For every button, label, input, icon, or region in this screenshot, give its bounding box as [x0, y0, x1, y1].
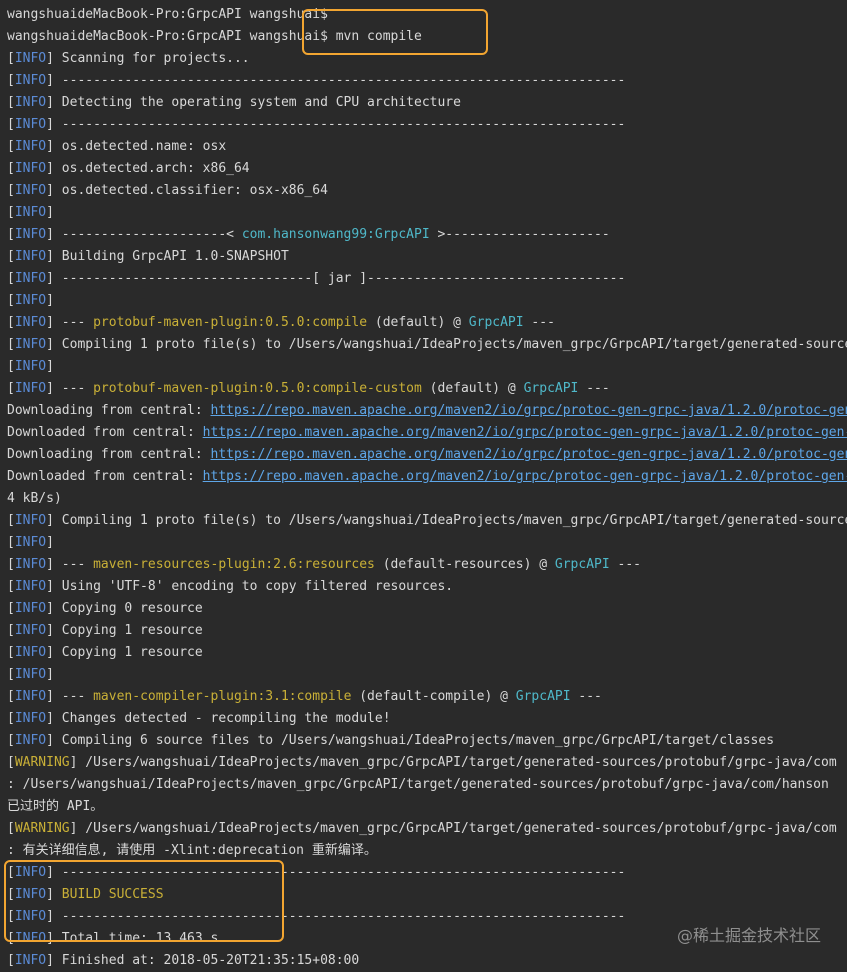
- log-line: [INFO] os.detected.classifier: osx-x86_6…: [7, 183, 328, 198]
- command-text: mvn compile: [327, 29, 422, 44]
- log-line: [INFO] ---------------------------------…: [7, 117, 626, 132]
- log-line: [INFO] Building GrpcAPI 1.0-SNAPSHOT: [7, 249, 289, 264]
- log-line: [INFO]: [7, 205, 54, 220]
- log-line: [INFO] Finished at: 2018-05-20T21:35:15+…: [7, 953, 360, 968]
- log-line: [INFO] Compiling 1 proto file(s) to /Use…: [7, 337, 847, 352]
- log-line: [INFO]: [7, 535, 54, 550]
- plugin-name: maven-compiler-plugin:3.1:compile: [93, 689, 352, 704]
- download-link[interactable]: https://repo.maven.apache.org/maven2/io/…: [211, 403, 847, 418]
- command-line: wangshuaideMacBook-Pro:GrpcAPI wangshuai…: [7, 29, 422, 44]
- download-line: Downloaded from central: https://repo.ma…: [0, 422, 847, 444]
- warning-line: [WARNING] /Users/wangshuai/IdeaProjects/…: [7, 821, 837, 836]
- project-name: com.hansonwang99:GrpcAPI: [241, 227, 430, 242]
- build-success-text: BUILD SUCCESS: [53, 887, 164, 902]
- log-line: [INFO]: [7, 667, 54, 682]
- log-line: [INFO] --------------------------------[…: [7, 271, 626, 286]
- log-line: [INFO] Changes detected - recompiling th…: [7, 711, 391, 726]
- log-line: [INFO] --- maven-compiler-plugin:3.1:com…: [7, 689, 602, 704]
- log-line: [INFO] Copying 1 resource: [7, 623, 203, 638]
- download-link[interactable]: https://repo.maven.apache.org/maven2/io/…: [203, 425, 847, 440]
- project-name: GrpcAPI: [515, 689, 571, 704]
- log-line: [INFO] --- protobuf-maven-plugin:0.5.0:c…: [7, 315, 555, 330]
- log-line: [INFO] --- protobuf-maven-plugin:0.5.0:c…: [7, 381, 610, 396]
- log-line: 已过时的 API。: [7, 799, 104, 814]
- build-status-line: [INFO] BUILD SUCCESS: [7, 887, 164, 902]
- log-line: [INFO]: [7, 359, 54, 374]
- terminal-window[interactable]: wangshuaideMacBook-Pro:GrpcAPI wangshuai…: [0, 0, 847, 972]
- download-link[interactable]: https://repo.maven.apache.org/maven2/io/…: [211, 447, 847, 462]
- log-line: : 有关详细信息, 请使用 -Xlint:deprecation 重新编译。: [7, 843, 377, 858]
- log-line: [INFO] os.detected.arch: x86_64: [7, 161, 250, 176]
- plugin-name: protobuf-maven-plugin:0.5.0:compile: [93, 315, 368, 330]
- log-line: [INFO] Scanning for projects...: [7, 51, 250, 66]
- log-line: [INFO] os.detected.name: osx: [7, 139, 227, 154]
- plugin-name: protobuf-maven-plugin:0.5.0:compile-cust…: [93, 381, 422, 396]
- log-line: 4 kB/s): [7, 491, 62, 506]
- prompt-line: wangshuaideMacBook-Pro:GrpcAPI wangshuai…: [7, 7, 328, 22]
- log-line: [INFO] ---------------------< com.hanson…: [7, 227, 610, 242]
- warning-line: [WARNING] /Users/wangshuai/IdeaProjects/…: [7, 755, 837, 770]
- plugin-name: maven-resources-plugin:2.6:resources: [93, 557, 375, 572]
- log-line: [INFO] --- maven-resources-plugin:2.6:re…: [7, 557, 641, 572]
- project-name: GrpcAPI: [468, 315, 524, 330]
- log-line: : /Users/wangshuai/IdeaProjects/maven_gr…: [7, 777, 829, 792]
- download-link[interactable]: https://repo.maven.apache.org/maven2/io/…: [203, 469, 847, 484]
- log-line: [INFO]: [7, 293, 54, 308]
- log-line: [INFO] Copying 0 resource: [7, 601, 203, 616]
- watermark: @稀土掘金技术社区: [676, 926, 821, 945]
- log-line: [INFO] Compiling 6 source files to /User…: [7, 733, 775, 748]
- log-line: [INFO] Using 'UTF-8' encoding to copy fi…: [7, 579, 454, 594]
- project-name: GrpcAPI: [523, 381, 579, 396]
- log-line: [INFO] ---------------------------------…: [7, 73, 626, 88]
- log-line: [INFO] Detecting the operating system an…: [7, 95, 461, 110]
- download-line: Downloading from central: https://repo.m…: [0, 400, 847, 422]
- log-line: [INFO] ---------------------------------…: [7, 865, 626, 880]
- download-line: Downloading from central: https://repo.m…: [0, 444, 847, 466]
- download-line: Downloaded from central: https://repo.ma…: [0, 466, 847, 488]
- log-line: [INFO] Copying 1 resource: [7, 645, 203, 660]
- log-line: [INFO] Compiling 1 proto file(s) to /Use…: [7, 513, 847, 528]
- project-name: GrpcAPI: [554, 557, 610, 572]
